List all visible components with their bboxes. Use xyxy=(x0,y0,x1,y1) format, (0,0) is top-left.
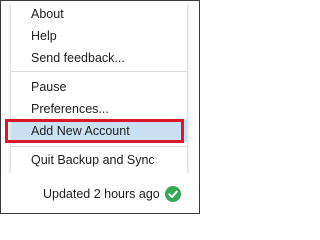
app-window: About Help Send feedback... Pause Prefer… xyxy=(0,0,200,214)
check-circle-icon xyxy=(165,186,181,202)
menu-separator xyxy=(11,71,187,72)
menu-item-help[interactable]: Help xyxy=(11,25,187,47)
menu-separator xyxy=(11,146,187,147)
menu-item-send-feedback[interactable]: Send feedback... xyxy=(11,47,187,69)
menu-item-quit[interactable]: Quit Backup and Sync xyxy=(11,149,187,171)
menu-item-preferences[interactable]: Preferences... xyxy=(11,98,187,120)
menu-item-add-new-account[interactable]: Add New Account xyxy=(11,120,187,142)
status-text: Updated 2 hours ago xyxy=(43,187,160,201)
context-menu: About Help Send feedback... Pause Prefer… xyxy=(11,1,187,173)
menu-item-pause[interactable]: Pause xyxy=(11,76,187,98)
menu-item-about[interactable]: About xyxy=(11,3,187,25)
status-bar: Updated 2 hours ago xyxy=(1,173,199,213)
